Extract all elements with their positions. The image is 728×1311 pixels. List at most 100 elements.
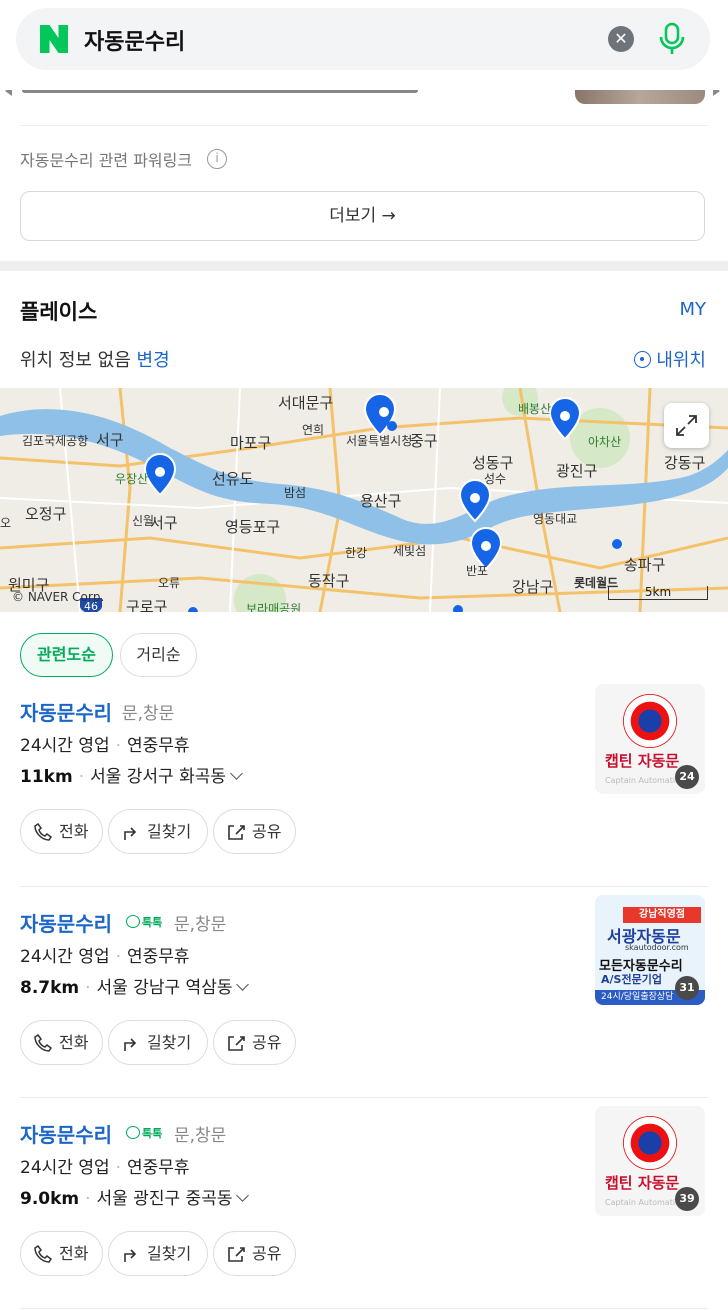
divider [20, 1308, 708, 1309]
map-label: 영동대교 [533, 512, 578, 526]
more-button[interactable]: 더보기 → [20, 191, 705, 241]
thumb-as: A/S전문기업 [601, 973, 662, 986]
distance-text: 9.0km [20, 1189, 80, 1209]
microphone-icon[interactable] [658, 22, 686, 56]
place-location[interactable]: 8.7km · 서울 강남구 역삼동 [20, 973, 250, 998]
place-location[interactable]: 9.0km · 서울 광진구 중곡동 [20, 1184, 250, 1209]
call-button[interactable]: 전화 [20, 1231, 103, 1276]
directions-button[interactable]: 길찾기 [108, 1231, 208, 1276]
map-label: 배봉산 [518, 402, 552, 416]
search-bar[interactable]: 자동문수리 ✕ [16, 8, 710, 70]
map-expand-icon[interactable] [664, 403, 709, 448]
map-label: 선유도 [212, 470, 254, 488]
search-input[interactable]: 자동문수리 [84, 24, 185, 56]
map-label: 세빛섬 [393, 544, 427, 558]
share-icon [228, 1036, 245, 1051]
photo-count-badge: 39 [675, 1187, 699, 1211]
naver-logo-icon[interactable] [40, 25, 68, 53]
chat-bubble-icon [126, 1126, 140, 1139]
map-label: 마포구 [230, 434, 272, 452]
directions-icon [124, 1249, 137, 1262]
directions-button[interactable]: 길찾기 [108, 1020, 208, 1065]
place-hours: 24시간 영업 · 연중무휴 [20, 736, 190, 756]
map-label: 한강 [345, 546, 368, 560]
map[interactable]: 서대문구 마포구 김포국제공항 서구 우장산 선유도 밤섬 영등포구 용산구 오… [0, 388, 728, 612]
thumb-brand-sub: Captain Automatic [605, 776, 680, 785]
thumb-branch: 강남직영점 [623, 907, 701, 923]
share-label: 공유 [252, 1033, 282, 1052]
talktalk-badge[interactable]: 톡톡 [126, 1125, 162, 1141]
clear-search-icon[interactable]: ✕ [608, 26, 634, 52]
divider [20, 125, 708, 126]
thumb-brand-sub: Captain Automatic [605, 1198, 680, 1207]
directions-label: 길찾기 [147, 822, 192, 841]
place-location[interactable]: 11km · 서울 강서구 화곡동 [20, 762, 243, 787]
place-category: 문,창문 [174, 915, 227, 935]
call-button[interactable]: 전화 [20, 1020, 103, 1065]
hours-text: 24시간 영업 [20, 1158, 110, 1178]
map-label: 구로구 [126, 598, 168, 612]
sort-distance-button[interactable]: 거리순 [120, 633, 197, 677]
place-thumbnail[interactable]: 캡틴 자동문 Captain Automatic 24 [595, 684, 705, 794]
place-thumbnail[interactable]: 강남직영점 서광자동문 skautodoor.com 모든자동문수리 A/S전문기업 24… [595, 895, 705, 1005]
captain-shield-icon [623, 694, 677, 748]
hours-text: 24시간 영업 [20, 736, 110, 756]
call-button[interactable]: 전화 [20, 809, 103, 854]
chevron-down-icon[interactable] [236, 978, 250, 991]
place-name[interactable]: 자동문수리 [20, 908, 112, 937]
location-change-link[interactable]: 변경 [137, 350, 170, 371]
place-item[interactable]: 자동문수리 톡톡 문,창문 24시간 영업 · 연중무휴 8.7km · 서울 강남구 … [0, 895, 728, 1119]
divider [20, 886, 708, 887]
address-text: 서울 광진구 중곡동 [96, 1189, 233, 1209]
place-item[interactable]: 자동문수리 문,창문 24시간 영업 · 연중무휴 11km · 서울 강서구 화곡동 … [0, 684, 728, 908]
my-location-label: 내위치 [656, 350, 706, 371]
chat-bubble-icon [126, 915, 140, 928]
share-icon [228, 825, 245, 840]
share-button[interactable]: 공유 [213, 809, 296, 854]
place-category: 문,창문 [174, 1126, 227, 1146]
directions-icon [124, 1038, 137, 1051]
map-label: 동작구 [308, 572, 350, 590]
call-label: 전화 [59, 1033, 89, 1052]
phone-icon [34, 822, 53, 841]
map-label: 서구 [150, 514, 178, 532]
map-label: 광진구 [556, 462, 598, 480]
search-header: 자동문수리 ✕ [0, 0, 728, 90]
share-label: 공유 [252, 1244, 282, 1263]
my-link[interactable]: MY [679, 299, 706, 320]
section-gap [0, 261, 728, 271]
place-thumbnail[interactable]: 캡틴 자동문 Captain Automatic 39 [595, 1106, 705, 1216]
directions-button[interactable]: 길찾기 [108, 809, 208, 854]
my-location-button[interactable]: 내위치 [634, 346, 706, 372]
map-copyright: © NAVER Corp. [12, 590, 105, 604]
map-label: 보라매공원 [246, 602, 302, 612]
thumb-brand: 캡틴 자동문 [605, 752, 680, 770]
map-label: 아차산 [588, 435, 622, 449]
place-item[interactable]: 자동문수리 톡톡 문,창문 24시간 영업 · 연중무휴 9.0km · 서울 광진구 … [0, 1106, 728, 1311]
chevron-down-icon[interactable] [236, 1189, 250, 1202]
sort-relevance-button[interactable]: 관련도순 [20, 633, 113, 677]
chevron-down-icon[interactable] [230, 767, 243, 780]
distance-text: 8.7km [20, 978, 80, 998]
map-label: 오류 [158, 576, 181, 590]
talktalk-badge[interactable]: 톡톡 [126, 914, 162, 930]
share-button[interactable]: 공유 [213, 1020, 296, 1065]
call-label: 전화 [59, 1244, 89, 1263]
place-name[interactable]: 자동문수리 [20, 1119, 112, 1148]
share-icon [228, 1247, 245, 1262]
carousel-image-partial [575, 88, 705, 104]
place-name[interactable]: 자동문수리 [20, 697, 112, 726]
directions-icon [124, 827, 137, 840]
share-button[interactable]: 공유 [213, 1231, 296, 1276]
info-icon[interactable]: i [207, 149, 227, 169]
map-label: 중구 [410, 432, 438, 450]
map-label: 강남구 [512, 578, 554, 596]
map-label: 서대문구 [278, 394, 334, 412]
map-label: 강동구 [664, 454, 706, 472]
directions-label: 길찾기 [147, 1033, 192, 1052]
map-label: 서울특별시청 [346, 434, 413, 448]
thumb-url: skautodoor.com [625, 943, 689, 952]
call-label: 전화 [59, 822, 89, 841]
place-section-title: 플레이스 [20, 300, 98, 324]
photo-count-badge: 31 [675, 976, 699, 1000]
